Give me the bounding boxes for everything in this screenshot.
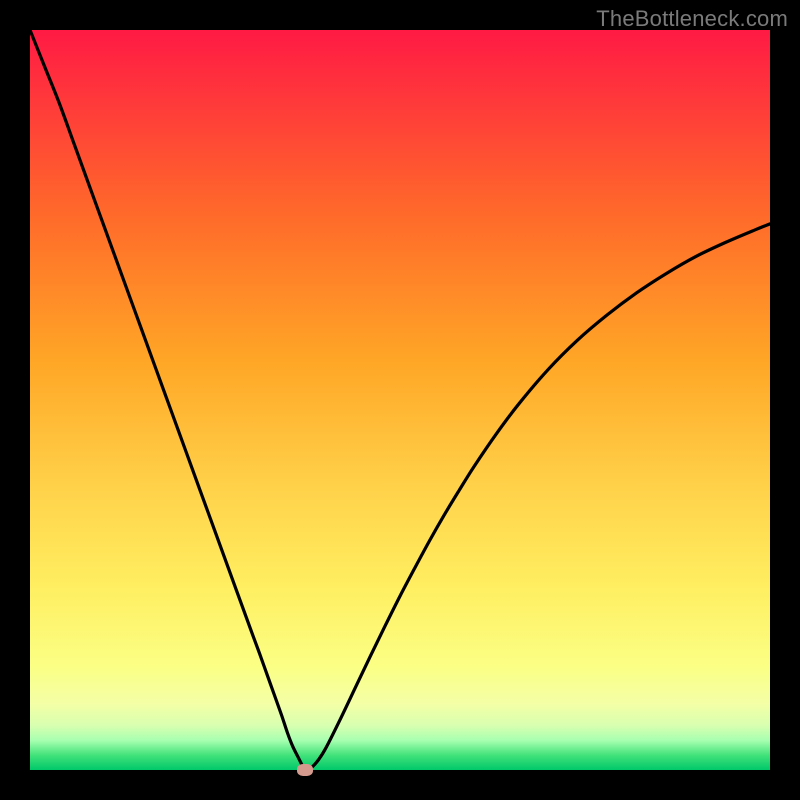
curve-svg bbox=[30, 30, 770, 770]
plot-area bbox=[30, 30, 770, 770]
chart-frame: TheBottleneck.com bbox=[0, 0, 800, 800]
bottleneck-curve bbox=[30, 30, 770, 770]
watermark-text: TheBottleneck.com bbox=[596, 6, 788, 32]
optimum-marker bbox=[297, 764, 313, 776]
